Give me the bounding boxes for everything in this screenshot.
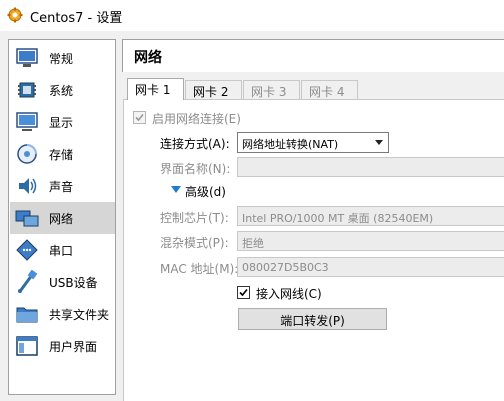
title-bar: Centos7 - 设置 <box>0 0 504 31</box>
general-icon <box>16 48 38 67</box>
checkmark-icon <box>135 113 144 122</box>
sidebar-item-label: 存储 <box>49 148 74 162</box>
audio-icon <box>19 178 37 194</box>
shared-folder-icon <box>16 307 38 323</box>
sidebar-item-network[interactable]: 网络 <box>10 202 115 234</box>
sidebar-item-storage[interactable]: 存储 <box>10 138 115 170</box>
expand-triangle-icon[interactable] <box>171 186 181 194</box>
chevron-down-icon <box>375 140 383 145</box>
sidebar-item-shared-folders[interactable]: 共享文件夹 <box>10 298 115 330</box>
usb-icon <box>18 270 38 293</box>
network-icon <box>15 210 39 227</box>
display-icon <box>16 112 38 131</box>
virtualbox-app-icon <box>7 7 23 23</box>
page-header: 网络 <box>122 39 504 72</box>
tab-adapter-4[interactable]: 网卡 4 <box>301 80 358 99</box>
sidebar-item-serial-port[interactable]: 串口 <box>10 234 115 266</box>
user-interface-icon <box>16 336 38 356</box>
sidebar-item-label: 串口 <box>49 244 74 258</box>
attached-to-dropdown[interactable]: 网络地址转换(NAT) <box>237 132 389 153</box>
storage-icon <box>17 144 37 164</box>
sidebar-item-label: 常规 <box>49 52 74 66</box>
enable-adapter-checkbox[interactable] <box>133 111 146 124</box>
adapter-settings-panel: 启用网络连接(E) 连接方式(A): 网络地址转换(NAT) 界面名称(N): … <box>123 99 504 401</box>
attached-to-value: 网络地址转换(NAT) <box>242 138 339 151</box>
sidebar-item-audio[interactable]: 声音 <box>10 170 115 202</box>
sidebar-item-display[interactable]: 显示 <box>10 106 115 138</box>
sidebar-item-label: 网络 <box>49 212 74 226</box>
system-icon <box>18 82 36 98</box>
sidebar-item-usb[interactable]: USB设备 <box>10 266 115 298</box>
sidebar-item-general[interactable]: 常规 <box>10 42 115 74</box>
interface-name-field[interactable] <box>237 157 504 177</box>
promiscuous-mode-label: 混杂模式(P): <box>160 236 229 250</box>
sidebar-item-label: USB设备 <box>49 276 98 290</box>
sidebar-item-user-interface[interactable]: 用户界面 <box>10 330 115 362</box>
cable-connected-checkbox[interactable] <box>237 286 250 299</box>
advanced-toggle[interactable]: 高级(d) <box>185 183 226 200</box>
page-title: 网络 <box>134 50 162 66</box>
adapter-type-dropdown[interactable]: Intel PRO/1000 MT 桌面 (82540EM) <box>237 206 504 226</box>
sidebar-item-label: 用户界面 <box>49 340 98 354</box>
checkmark-icon <box>239 288 248 297</box>
adapter-type-label: 控制芯片(T): <box>160 211 229 225</box>
port-forwarding-button[interactable]: 端口转发(P) <box>238 308 387 330</box>
tab-adapter-2[interactable]: 网卡 2 <box>185 80 242 99</box>
promiscuous-mode-dropdown[interactable]: 拒绝 <box>237 231 504 251</box>
mac-address-field[interactable]: 080027D5B0C3 <box>237 257 504 277</box>
settings-sidebar: 常规 系统 显示 存储 声音 网络 串口 USB设备 共享文件夹 用户界面 <box>8 39 116 395</box>
tab-adapter-3[interactable]: 网卡 3 <box>243 80 300 99</box>
sidebar-item-label: 显示 <box>49 116 74 130</box>
interface-name-label: 界面名称(N): <box>160 162 231 176</box>
tab-adapter-1[interactable]: 网卡 1 <box>127 78 184 100</box>
enable-adapter-label: 启用网络连接(E) <box>152 112 241 126</box>
serial-port-icon <box>16 239 38 261</box>
sidebar-item-system[interactable]: 系统 <box>10 74 115 106</box>
sidebar-item-label: 系统 <box>49 84 74 98</box>
window-title: Centos7 - 设置 <box>30 11 123 26</box>
sidebar-item-label: 声音 <box>49 180 74 194</box>
sidebar-item-label: 共享文件夹 <box>49 308 110 322</box>
cable-connected-label: 接入网线(C) <box>256 287 322 301</box>
mac-address-label: MAC 地址(M): <box>160 262 239 276</box>
attached-to-label: 连接方式(A): <box>160 137 230 151</box>
